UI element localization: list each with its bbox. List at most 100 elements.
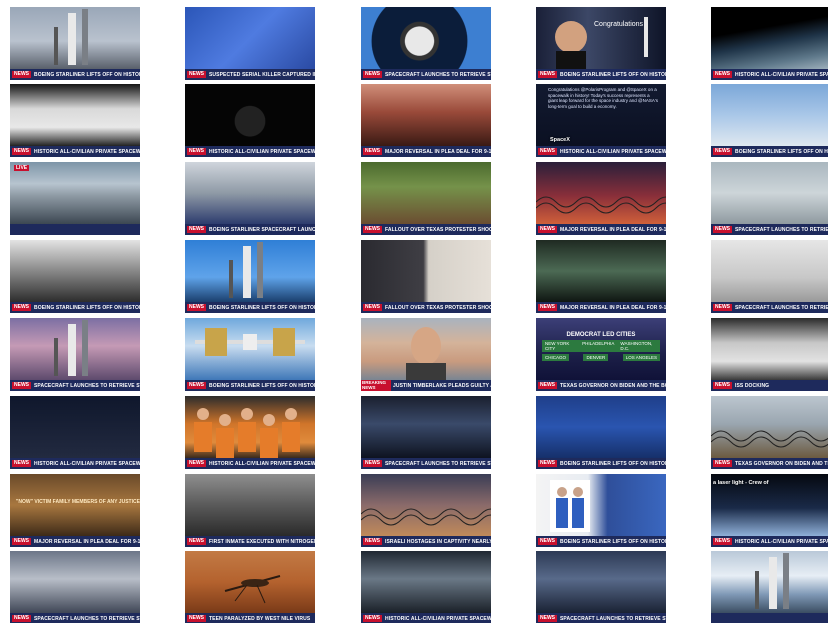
video-thumbnail[interactable]: NEWSBOEING STARLINER LIFTS OFF ON HISTOR… <box>711 84 828 157</box>
scene-detail <box>185 551 315 613</box>
scene-detail <box>361 240 491 302</box>
news-badge: NEWS <box>538 615 557 622</box>
video-thumbnail[interactable]: Congratulations NEWS BOEING STARLINER LIFT… <box>536 7 666 80</box>
news-badge: NEWS <box>363 148 382 155</box>
video-thumbnail[interactable]: NEWSSPACECRAFT LAUNCHES TO RETRIEVE STRA… <box>361 7 491 80</box>
news-badge: NEWS <box>713 460 732 467</box>
news-badge: NEWS <box>363 615 382 622</box>
video-thumbnail[interactable]: NEWS ISS DOCKING <box>711 318 828 391</box>
video-thumbnail[interactable]: NEWSSPACECRAFT LAUNCHES TO RETRIEVE STRA… <box>711 162 828 235</box>
cities-graphic: DEMOCRAT LED CITIES NEW YORK CITY PHILADEL… <box>542 332 660 363</box>
lower-third <box>10 224 140 235</box>
thumbnail-caption: SPACECRAFT LAUNCHES TO RETRIEVE STRANDED… <box>34 615 140 622</box>
cities-title: DEMOCRAT LED CITIES <box>566 332 636 338</box>
news-badge: NEWS <box>187 148 206 155</box>
video-thumbnail[interactable]: DEMOCRAT LED CITIES NEW YORK CITY PHILADEL… <box>536 318 666 391</box>
lower-third: NEWSBOEING STARLINER SPACECRAFT LAUNCH S… <box>185 224 315 235</box>
video-thumbnail[interactable]: NEWSFALLOUT OVER TEXAS PROTESTER SHOOTER… <box>361 162 491 235</box>
thumbnail-caption: ISS DOCKING <box>735 382 770 389</box>
video-thumbnail[interactable]: NEWSHISTORIC ALL-CIVILIAN PRIVATE SPACEW… <box>711 7 828 80</box>
video-thumbnail[interactable]: NEWSSPACECRAFT LAUNCHES TO RETRIEVE STRA… <box>536 551 666 623</box>
video-thumbnail[interactable]: NEWSBOEING STARLINER LIFTS OFF ON HISTOR… <box>536 396 666 469</box>
video-thumbnail[interactable]: NEWSBOEING STARLINER SPACECRAFT LAUNCH S… <box>185 162 315 235</box>
breaking-news-badge: BREAKING NEWS <box>361 380 391 391</box>
video-thumbnail[interactable]: NEWSSPACECRAFT LAUNCHES TO RETRIEVE STRA… <box>361 396 491 469</box>
video-thumbnail[interactable]: NEWSHISTORIC ALL-CIVILIAN PRIVATE SPACEW… <box>185 84 315 157</box>
video-thumbnail[interactable]: NEWSBOEING STARLINER LIFTS OFF ON HISTOR… <box>10 7 140 80</box>
lower-third: NEWSBOEING STARLINER LIFTS OFF ON HISTOR… <box>536 69 666 80</box>
lower-third: NEWS TEEN PARALYZED BY WEST NILE VIRUS <box>185 613 315 623</box>
lower-third: NEWSSPACECRAFT LAUNCHES TO RETRIEVE STRA… <box>711 224 828 235</box>
thumbnail-caption: SPACECRAFT LAUNCHES TO RETRIEVE STRANDED… <box>735 226 828 233</box>
scene-detail <box>10 7 140 69</box>
video-thumbnail[interactable]: LIVE <box>10 162 140 235</box>
lower-third: NEWSSPACECRAFT LAUNCHES TO RETRIEVE STRA… <box>361 69 491 80</box>
thumbnail-headline: Congratulations <box>594 21 644 28</box>
thumbnail-caption: BOEING STARLINER LIFTS OFF ON HISTORIC M… <box>560 71 666 78</box>
lower-third: NEWSHISTORIC ALL-CIVILIAN PRIVATE SPACEW… <box>711 536 828 547</box>
video-thumbnail[interactable]: NEWS ISRAELI HOSTAGES IN CAPTIVITY NEARLY… <box>361 474 491 547</box>
video-thumbnail[interactable]: NEWSFALLOUT OVER TEXAS PROTESTER SHOOTER… <box>361 240 491 313</box>
video-thumbnail[interactable]: NEWSBOEING STARLINER LIFTS OFF ON HISTOR… <box>10 240 140 313</box>
lower-third: NEWSTEXAS GOVERNOR ON BIDEN AND THE BORD… <box>536 380 666 391</box>
news-badge: NEWS <box>363 226 382 233</box>
scene-detail <box>361 551 491 613</box>
news-badge: NEWS <box>187 382 206 389</box>
lower-third: NEWSBOEING STARLINER LIFTS OFF ON HISTOR… <box>10 302 140 313</box>
tweet-text: Congratulations @PolarisProgram and @Spa… <box>548 87 658 109</box>
news-badge: NEWS <box>187 304 206 311</box>
video-thumbnail[interactable]: NEWSSPACECRAFT LAUNCHES TO RETRIEVE STRA… <box>10 551 140 623</box>
tweet-author: SpaceX <box>550 137 570 143</box>
lower-third: NEWSHISTORIC ALL-CIVILIAN PRIVATE SPACEW… <box>185 458 315 469</box>
city-label: NEW YORK CITY <box>542 340 580 352</box>
thumbnail-caption: TEXAS GOVERNOR ON BIDEN AND THE BORDER <box>735 460 828 467</box>
scene-detail <box>711 396 828 458</box>
video-thumbnail[interactable]: NEWSSPACECRAFT LAUNCHES TO RETRIEVE STRA… <box>10 318 140 391</box>
video-thumbnail[interactable]: BREAKING NEWS JUSTIN TIMBERLAKE PLEADS GU… <box>361 318 491 391</box>
video-thumbnail[interactable]: NEWS FIRST INMATE EXECUTED WITH NITROGEN … <box>185 474 315 547</box>
lower-third: NEWSHISTORIC ALL-CIVILIAN PRIVATE SPACEW… <box>536 146 666 157</box>
cities-row: CHICAGO DENVER LOS ANGELES <box>542 354 660 361</box>
news-badge: NEWS <box>187 538 206 545</box>
lower-third: NEWSFALLOUT OVER TEXAS PROTESTER SHOOTER… <box>361 302 491 313</box>
thumbnail-caption: TEEN PARALYZED BY WEST NILE VIRUS <box>209 615 311 622</box>
scene-detail <box>361 474 491 536</box>
thumbnail-caption: HISTORIC ALL-CIVILIAN PRIVATE SPACEWALK <box>34 460 140 467</box>
video-thumbnail[interactable]: NEWSBOEING STARLINER LIFTS OFF ON HISTOR… <box>536 474 666 547</box>
video-thumbnail[interactable]: NEWSHISTORIC ALL-CIVILIAN PRIVATE SPACEW… <box>361 551 491 623</box>
scene-detail <box>10 396 140 458</box>
scene-detail <box>185 318 315 380</box>
scene-detail <box>10 318 140 380</box>
thumbnail-caption: SPACECRAFT LAUNCHES TO RETRIEVE STRANDED… <box>560 615 666 622</box>
thumbnail-caption: FALLOUT OVER TEXAS PROTESTER SHOOTER PAR… <box>385 304 491 311</box>
thumbnail-caption: HISTORIC ALL-CIVILIAN PRIVATE SPACEWALK <box>385 615 491 622</box>
news-badge: NEWS <box>713 538 732 545</box>
thumbnail-caption: HISTORIC ALL-CIVILIAN PRIVATE SPACEWALK <box>209 460 315 467</box>
city-label: PHILADELPHIA <box>579 340 618 352</box>
lower-third: NEWSBOEING STARLINER LIFTS OFF ON HISTOR… <box>536 458 666 469</box>
video-thumbnail[interactable] <box>711 551 828 623</box>
video-thumbnail[interactable]: a laser light - Crew of NEWS HISTORIC ALL-… <box>711 474 828 547</box>
video-thumbnail[interactable]: NEWSHISTORIC ALL-CIVILIAN PRIVATE SPACEW… <box>10 396 140 469</box>
lower-third: NEWSBOEING STARLINER LIFTS OFF ON HISTOR… <box>536 536 666 547</box>
video-thumbnail[interactable]: NEWSMAJOR REVERSAL IN PLEA DEAL FOR 9-11… <box>536 240 666 313</box>
video-thumbnail[interactable]: Congratulations @PolarisProgram and @Spa… <box>536 84 666 157</box>
lower-third: NEWSMAJOR REVERSAL IN PLEA DEAL FOR 9-11… <box>10 536 140 547</box>
lower-third <box>711 613 828 623</box>
scene-detail <box>361 84 491 146</box>
video-thumbnail[interactable]: NEWSSPACECRAFT LAUNCHES TO RETRIEVE STRA… <box>711 240 828 313</box>
video-thumbnail[interactable]: NEWSBOEING STARLINER LIFTS OFF ON HISTOR… <box>185 240 315 313</box>
video-thumbnail[interactable]: NEWS TEEN PARALYZED BY WEST NILE VIRUS <box>185 551 315 623</box>
thumbnail-caption: SUSPECTED SERIAL KILLER CAPTURED IN L.A. <box>209 71 315 78</box>
lower-third: NEWSHISTORIC ALL-CIVILIAN PRIVATE SPACEW… <box>185 146 315 157</box>
video-thumbnail[interactable]: NEWSMAJOR REVERSAL IN PLEA DEAL FOR 9-11… <box>361 84 491 157</box>
scene-detail <box>711 240 828 302</box>
video-thumbnail[interactable]: NEWSHISTORIC ALL-CIVILIAN PRIVATE SPACEW… <box>185 396 315 469</box>
video-thumbnail[interactable]: "NOW" VICTIM FAMILY MEMBERS OF ANY JUSTI… <box>10 474 140 547</box>
news-badge: NEWS <box>363 460 382 467</box>
video-thumbnail[interactable]: NEWSTEXAS GOVERNOR ON BIDEN AND THE BORD… <box>711 396 828 469</box>
video-thumbnail[interactable]: NEWSHISTORIC ALL-CIVILIAN PRIVATE SPACEW… <box>10 84 140 157</box>
video-thumbnail[interactable]: NEWSSUSPECTED SERIAL KILLER CAPTURED IN … <box>185 7 315 80</box>
video-thumbnail[interactable]: NEWSBOEING STARLINER LIFTS OFF ON HISTOR… <box>185 318 315 391</box>
video-thumbnail[interactable]: NEWSMAJOR REVERSAL IN PLEA DEAL FOR 9-11… <box>536 162 666 235</box>
